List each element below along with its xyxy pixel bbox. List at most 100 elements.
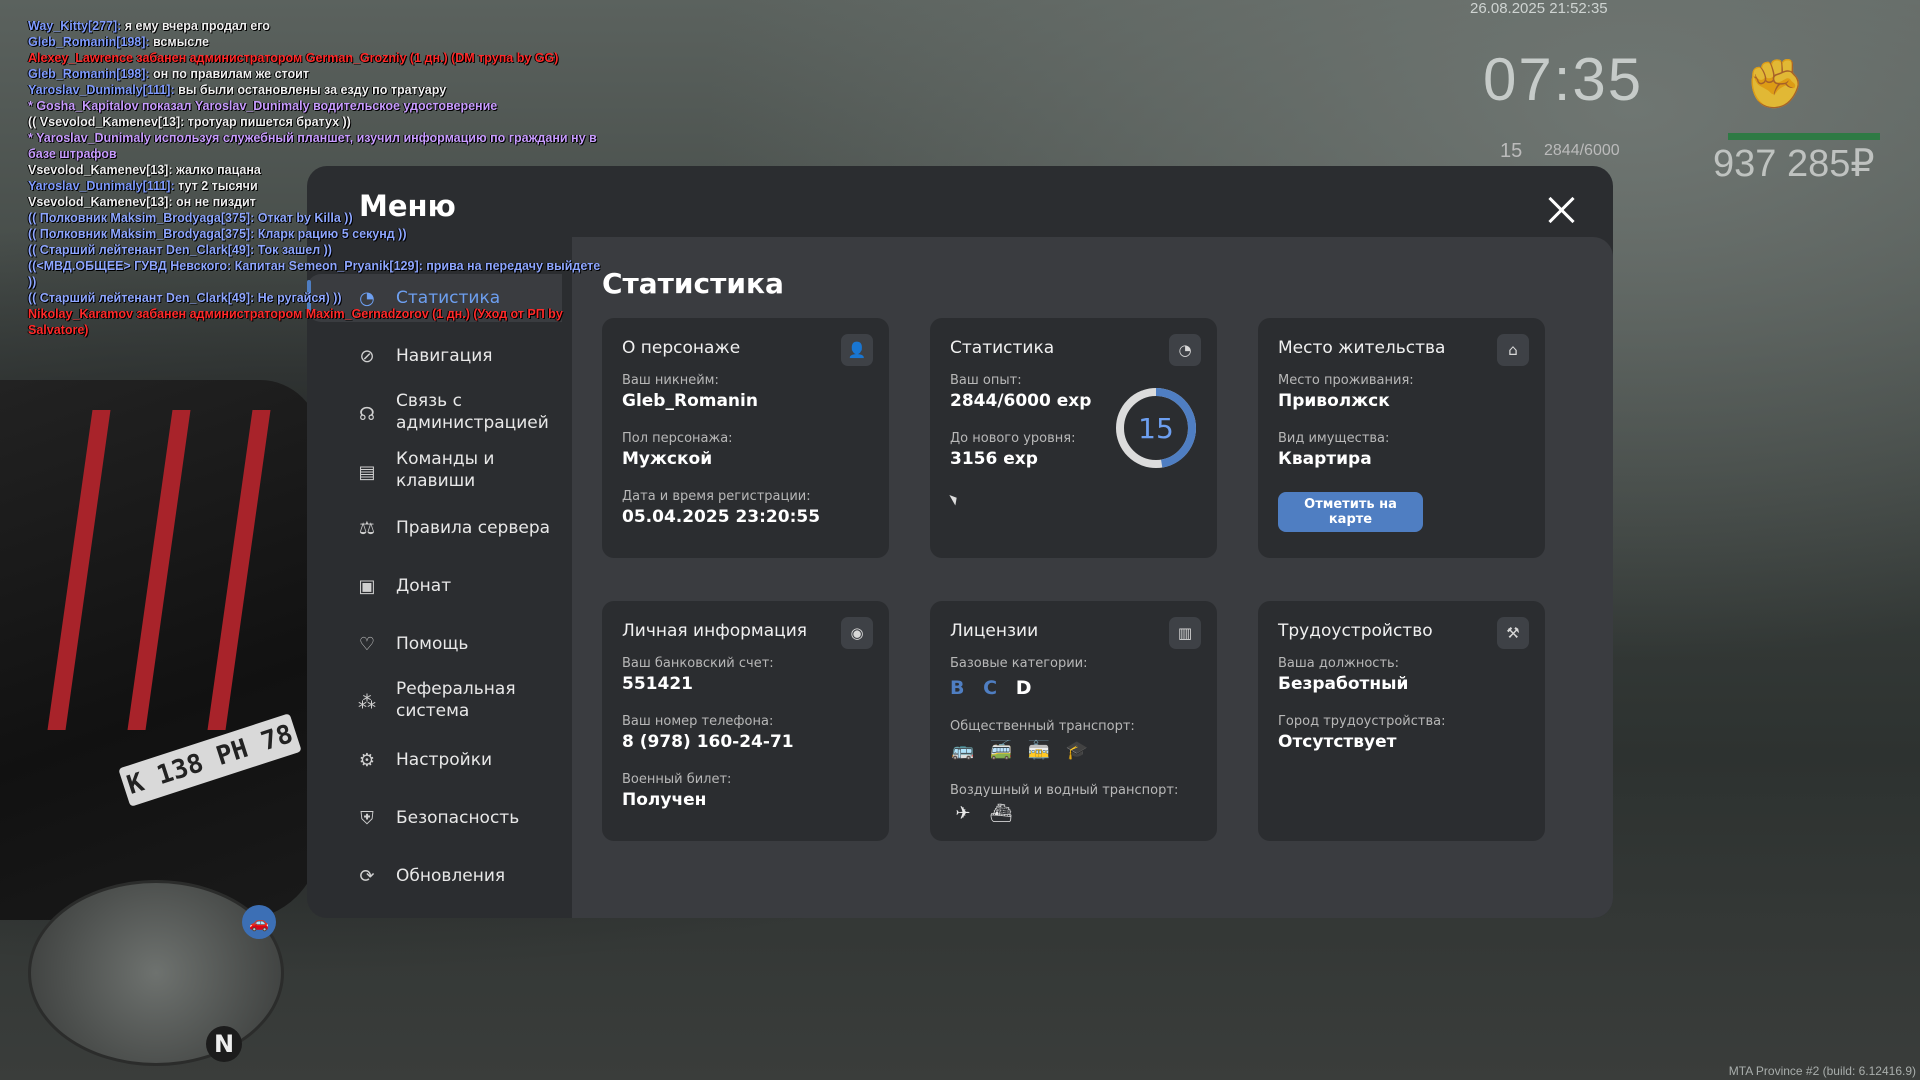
hud-exp: 2844/6000	[1544, 142, 1620, 159]
refresh-icon: ⟳	[359, 865, 375, 887]
hud-level: 15	[1500, 140, 1523, 162]
hud-health-bar	[1728, 133, 1880, 140]
licenses-card: Лицензии ▥ Базовые категории: B C D Обще…	[930, 601, 1217, 841]
sidebar-item-label: Помощь	[396, 634, 469, 654]
house-icon: ⌂	[1497, 334, 1529, 366]
mark-on-map-button[interactable]: Отметить на карте	[1278, 492, 1423, 532]
license-category-b: B	[950, 677, 965, 699]
compass-icon: ⊘	[359, 345, 375, 367]
chat-message: (( Полковник Maksim_Brodyaga[375]: Кларк…	[28, 226, 608, 242]
boat-icon: ⛴	[989, 802, 1013, 824]
phone-value: 8 (978) 160-24-71	[622, 732, 794, 752]
gender-value: Мужской	[622, 449, 713, 469]
sidebar-item-security[interactable]: ⛨ Безопасность	[307, 794, 562, 842]
chat-message: (( Старший лейтенант Den_Clark[49]: Ток …	[28, 242, 608, 258]
residence-place-label: Место проживания:	[1278, 373, 1414, 388]
chat-message: Way_Kitty[277]: я ему вчера продал его	[28, 18, 608, 34]
registration-label: Дата и время регистрации:	[622, 489, 811, 504]
chat-message: ((<МВД.ОБЩЕЕ> ГУВД Невского: Капитан Sem…	[28, 258, 608, 290]
sidebar-item-help[interactable]: ♡ Помощь	[307, 620, 562, 668]
chat-text: вы были остановлены за езду по тратуару	[174, 83, 447, 97]
phone-label: Ваш номер телефона:	[622, 714, 774, 729]
bank-account-value: 551421	[622, 674, 693, 694]
base-categories-label: Базовые категории:	[950, 656, 1088, 671]
chat-text: я ему вчера продал его	[121, 19, 270, 33]
user-icon: 👤	[841, 334, 873, 366]
sidebar-item-label: Настройки	[396, 750, 493, 770]
chat-text: Alexey_Lawrence забанен администратором …	[28, 51, 559, 65]
chat-author: Gleb_Romanin[198]:	[28, 35, 150, 49]
property-type-label: Вид имущества:	[1278, 431, 1390, 446]
chat-text: Vsevolod_Kamenev[13]: он не пиздит	[28, 195, 256, 209]
sidebar-item-label: Донат	[396, 576, 452, 596]
chat-author: Yaroslav_Dunimaly[111]:	[28, 83, 175, 97]
sidebar-item-navigation[interactable]: ⊘ Навигация	[307, 332, 562, 380]
scales-icon: ⚖	[358, 517, 376, 539]
bank-account-label: Ваш банковский счет:	[622, 656, 774, 671]
card-title: Личная информация	[622, 621, 808, 641]
menu-title: Меню	[359, 189, 456, 223]
card-title: Трудоустройство	[1278, 621, 1433, 641]
hud-money: 937 285₽	[1713, 143, 1875, 185]
military-id-value: Получен	[622, 790, 707, 810]
card-title: Место жительства	[1278, 338, 1446, 358]
sidebar-item-rules[interactable]: ⚖ Правила сервера	[307, 504, 562, 552]
chat-message: * Gosha_Kapitalov показал Yaroslav_Dunim…	[28, 98, 608, 114]
sidebar-item-updates[interactable]: ⟳ Обновления	[307, 852, 562, 900]
property-type-value: Квартира	[1278, 449, 1372, 469]
chat-author: Way_Kitty[277]:	[28, 19, 122, 33]
chat-text: Nikolay_Karamov забанен администратором …	[28, 307, 563, 337]
chat-text: * Gosha_Kapitalov показал Yaroslav_Dunim…	[28, 99, 498, 113]
shield-icon: ⛨	[360, 807, 374, 829]
public-transport-licenses: 🚌 🚎 🚋 🎓	[950, 737, 1090, 763]
chat-message: Nikolay_Karamov забанен администратором …	[28, 306, 608, 338]
airplane-icon: ✈	[955, 802, 971, 824]
card-title: Лицензии	[950, 621, 1039, 641]
game-datetime: 26.08.2025 21:52:35	[1470, 0, 1608, 17]
sidebar-item-donate[interactable]: ▣ Донат	[307, 562, 562, 610]
chat-text: всмысле	[149, 35, 209, 49]
chat-text: (( Старший лейтенант Den_Clark[49]: Ток …	[28, 243, 332, 257]
sidebar-item-label: Обновления	[396, 866, 506, 886]
tram-icon: 🚋	[1027, 739, 1051, 761]
sidebar-item-label: Связь с администрацией	[396, 391, 549, 433]
chat-text: (( Vsevolod_Kamenev[13]: тротуар пишется…	[28, 115, 351, 129]
fist-icon: ✊	[1745, 56, 1805, 112]
chat-message: (( Старший лейтенант Den_Clark[49]: Не р…	[28, 290, 608, 306]
chat-text: (( Полковник Maksim_Brodyaga[375]: Кларк…	[28, 227, 407, 241]
handshake-heart-icon: ♡	[358, 633, 376, 655]
bus-icon: 🚌	[951, 739, 975, 761]
car-stripe	[127, 410, 191, 730]
minimap	[28, 880, 284, 1066]
sidebar-item-label: Навигация	[396, 346, 493, 366]
chat-message: * Yaroslav_Dunimaly используя служебный …	[28, 130, 608, 162]
residence-place-value: Приволжск	[1278, 391, 1390, 411]
chat-author: Yaroslav_Dunimaly[111]:	[28, 179, 175, 193]
close-icon[interactable]	[1545, 193, 1579, 227]
sidebar-item-referral[interactable]: ⁂ Реферальная система	[307, 674, 562, 730]
sidebar-item-commands[interactable]: ▤ Команды и клавиши	[307, 444, 562, 500]
gender-label: Пол персонажа:	[622, 431, 733, 446]
sidebar-item-support[interactable]: ☊ Связь с администрацией	[307, 386, 562, 442]
work-city-label: Город трудоустройства:	[1278, 714, 1446, 729]
chat-message: (( Vsevolod_Kamenev[13]: тротуар пишется…	[28, 114, 608, 130]
license-category-c: C	[983, 677, 998, 699]
chat-text: ((<МВД.ОБЩЕЕ> ГУВД Невского: Капитан Sem…	[28, 259, 601, 289]
chat-text: (( Старший лейтенант Den_Clark[49]: Не р…	[28, 291, 342, 305]
personal-info-card: Личная информация ◉ Ваш банковский счет:…	[602, 601, 889, 841]
level-value: 15	[1138, 411, 1174, 445]
user-circle-icon: ◉	[841, 617, 873, 649]
chat-message: Gleb_Romanin[198]: всмысле	[28, 34, 608, 50]
id-card-icon: ▥	[1169, 617, 1201, 649]
headset-icon: ☊	[359, 403, 375, 425]
sidebar-item-settings[interactable]: ⚙ Настройки	[307, 736, 562, 784]
chat-message: Yaroslav_Dunimaly[111]: тут 2 тысячи	[28, 178, 608, 194]
chat-log: Way_Kitty[277]: я ему вчера продал его Gl…	[28, 18, 608, 338]
chat-text: Vsevolod_Kamenev[13]: жалко пацана	[28, 163, 261, 177]
sidebar-item-label: Реферальная система	[396, 679, 516, 721]
chat-text: он по правилам же стоит	[149, 67, 309, 81]
build-info: MTA Province #2 (build: 6.12416.9)	[1728, 1064, 1916, 1078]
chat-text: * Yaroslav_Dunimaly используя служебный …	[28, 131, 597, 161]
sidebar-item-label: Правила сервера	[396, 518, 551, 538]
military-id-label: Военный билет:	[622, 772, 732, 787]
